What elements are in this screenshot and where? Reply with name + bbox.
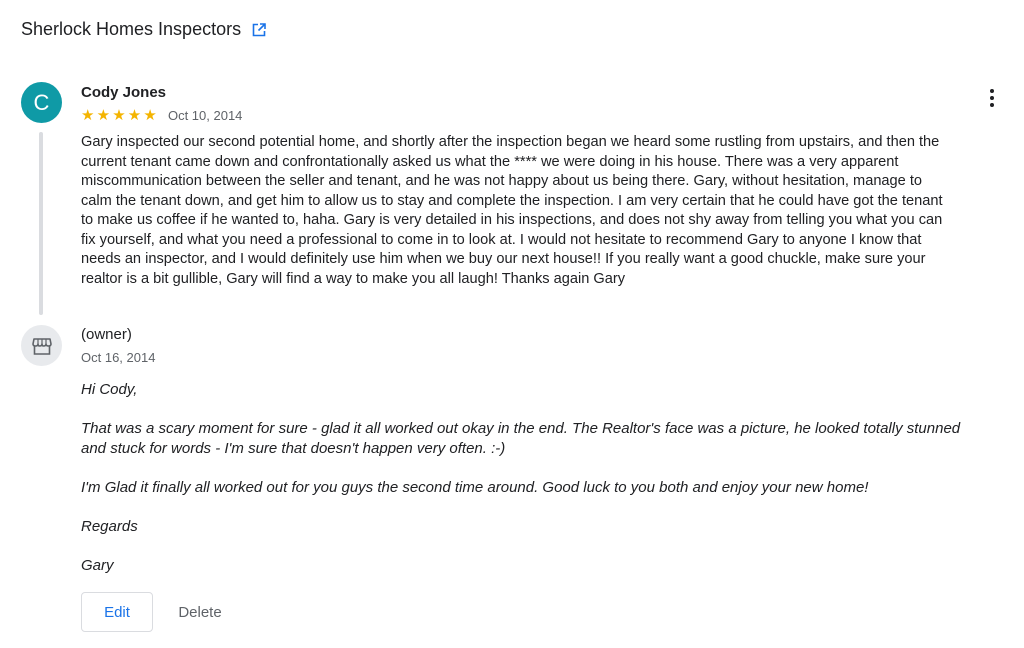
open-in-new-icon[interactable] [251,22,267,38]
business-name: Sherlock Homes Inspectors [21,19,242,39]
more-vert-icon[interactable] [982,86,1002,110]
avatar-letter: C [33,89,50,115]
reply-paragraph: Hi Cody, [81,381,138,398]
star-rating: ★ ★ ★ ★ ★ [81,106,159,124]
reply-paragraph: I'm Glad it finally all worked out for y… [81,478,869,496]
owner-reply-date: Oct 16, 2014 [81,350,156,365]
edit-button[interactable]: Edit [81,592,153,632]
review-date: Oct 10, 2014 [167,107,243,123]
reply-paragraph: Regards [81,517,138,535]
star-icon: ★ [96,107,111,124]
rating-row: ★ ★ ★ ★ ★ Oct 10, 2014 [81,106,242,124]
reviewer-avatar[interactable]: C [21,82,62,123]
reviewer-name[interactable]: Cody Jones [81,84,166,101]
star-icon: ★ [112,107,126,124]
star-icon: ★ [127,107,142,124]
owner-reply-text: Hi Cody, That was a scary moment for sur… [81,380,961,595]
delete-button[interactable]: Delete [168,592,232,632]
business-title: Sherlock Homes Inspectors [21,19,267,40]
thread-line [39,132,43,315]
reply-paragraph: That was a scary moment for sure - glad … [81,420,961,457]
star-icon: ★ [81,107,95,124]
review-text: Gary inspected our second potential home… [81,134,943,287]
owner-label: (owner) [81,326,132,343]
storefront-icon [21,325,62,366]
reply-paragraph: Gary [81,556,114,574]
star-icon: ★ [143,107,157,124]
